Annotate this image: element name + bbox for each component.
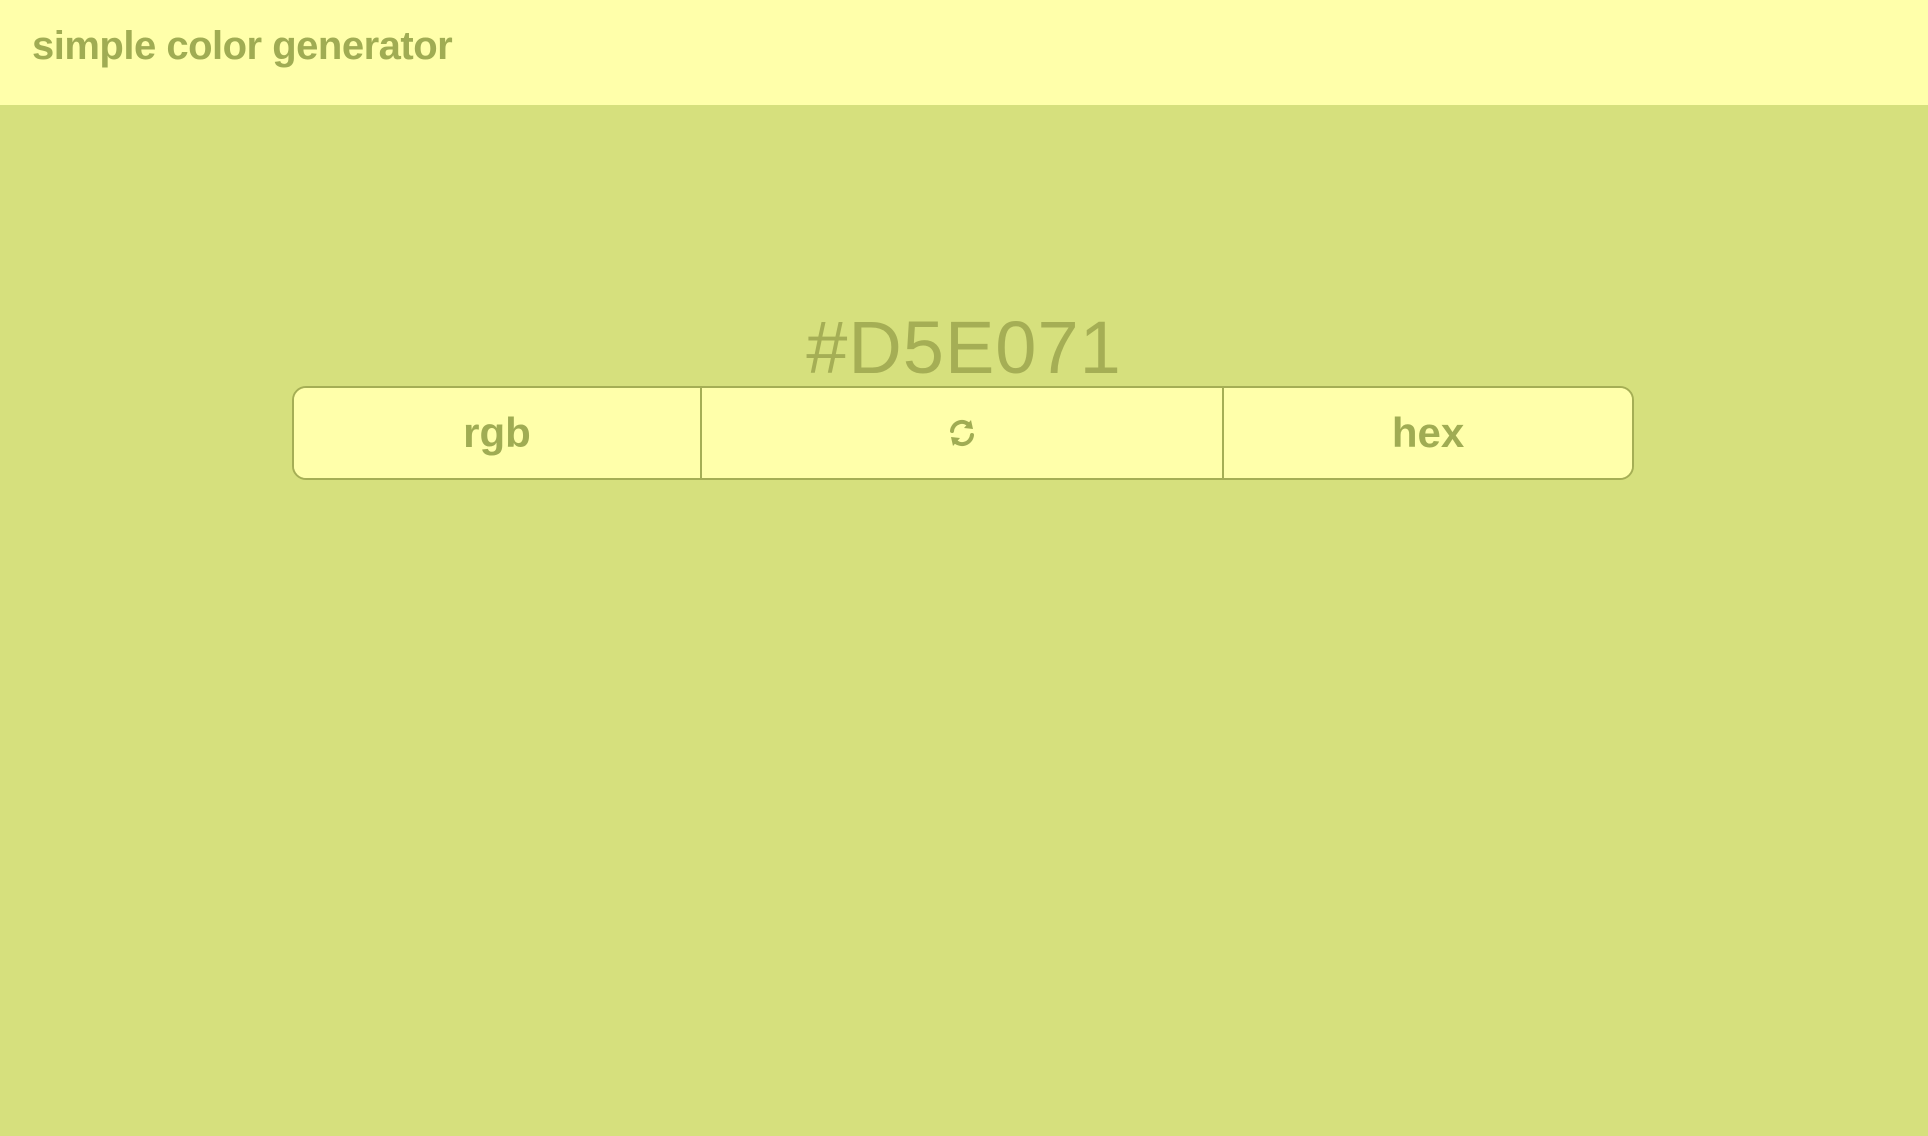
hex-button-label: hex [1391, 409, 1465, 456]
header: simple color generator [0, 0, 1928, 105]
color-code-display: #D5E071 [806, 306, 1122, 389]
main-area: #D5E071 [0, 105, 1928, 1136]
format-button-group: rgb hex [292, 386, 1634, 480]
refresh-icon [946, 417, 978, 449]
rgb-button-label: rgb [463, 409, 531, 456]
refresh-button[interactable] [702, 388, 1224, 478]
rgb-button[interactable]: rgb [294, 388, 702, 478]
app-title: simple color generator [32, 24, 453, 68]
hex-button[interactable]: hex [1224, 388, 1632, 478]
